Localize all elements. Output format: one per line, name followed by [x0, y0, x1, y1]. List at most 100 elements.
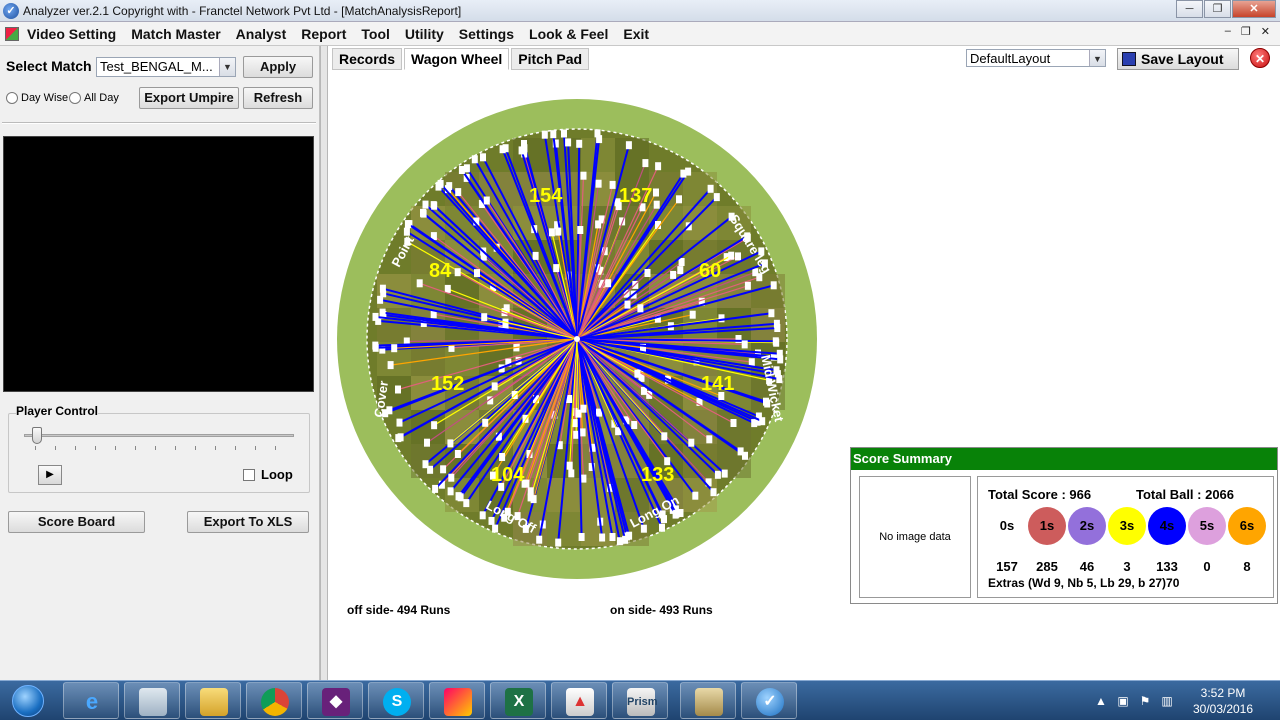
all-day-radio[interactable]	[69, 92, 81, 104]
menu-report[interactable]: Report	[301, 26, 346, 42]
match-select-value: Test_BENGAL_M...	[100, 59, 213, 74]
shot-marker	[568, 469, 575, 478]
shot-marker	[387, 361, 394, 370]
apply-button[interactable]: Apply	[243, 56, 313, 78]
shot-marker	[447, 439, 454, 448]
taskbar-visual-studio[interactable]: ◆	[307, 682, 363, 719]
chevron-down-icon[interactable]: ▼	[1089, 50, 1105, 66]
child-close-icon[interactable]: ✕	[1261, 25, 1270, 38]
total-score: Total Score : 966	[988, 487, 1092, 502]
close-report-icon[interactable]: ✕	[1250, 48, 1270, 68]
close-button[interactable]: ✕	[1232, 0, 1276, 18]
score-count-4s: 133	[1156, 559, 1178, 574]
shot-marker	[689, 310, 696, 319]
score-circle-5s: 5s	[1188, 507, 1226, 545]
shot-marker	[483, 196, 490, 205]
clock-time: 3:52 PM	[1200, 686, 1246, 700]
seek-slider-track[interactable]	[24, 434, 294, 437]
tab-records[interactable]: Records	[332, 48, 403, 70]
shot-marker	[770, 281, 777, 290]
shot-marker	[536, 535, 543, 544]
video-player[interactable]	[3, 136, 314, 392]
prism-icon: Prism	[627, 688, 658, 716]
analyzer-icon: ✓	[756, 688, 784, 716]
menu-video-setting[interactable]: Video Setting	[27, 26, 116, 42]
wagon-wheel: Point Square leg Mid Wicket Long On Long…	[337, 99, 817, 579]
shot-marker	[625, 141, 632, 150]
shot-marker	[566, 461, 573, 470]
shot-marker	[420, 209, 427, 218]
start-button[interactable]	[2, 683, 56, 719]
shot-marker	[396, 418, 403, 427]
day-wise-radio[interactable]	[6, 92, 18, 104]
shot-marker	[631, 421, 638, 429]
shot-marker	[596, 135, 603, 144]
export-umpire-button[interactable]: Export Umpire	[139, 87, 239, 109]
play-icon[interactable]: ▶	[38, 465, 62, 485]
menu-bar: Video Setting Match Master Analyst Repor…	[0, 22, 1280, 46]
tab-wagon-wheel[interactable]: Wagon Wheel	[404, 48, 510, 70]
score-circle-3s: 3s	[1108, 507, 1146, 545]
taskbar-chrome[interactable]	[246, 682, 302, 719]
menu-settings[interactable]: Settings	[459, 26, 514, 42]
score-summary-panel: Score Summary No image data Total Score …	[850, 447, 1278, 604]
taskbar-excel[interactable]: X	[490, 682, 546, 719]
clock[interactable]: 3:52 PM 30/03/2016	[1183, 685, 1263, 717]
tray-network-icon[interactable]: ▥	[1160, 694, 1174, 708]
shot-marker	[575, 409, 582, 418]
child-minimize-icon[interactable]: –	[1225, 25, 1231, 38]
menu-exit[interactable]: Exit	[623, 26, 649, 42]
seek-slider-thumb[interactable]	[32, 427, 42, 444]
score-circle-0s: 0s	[988, 507, 1026, 545]
shot-marker	[609, 533, 616, 541]
visual-studio-icon: ◆	[322, 688, 350, 716]
menu-look-and-feel[interactable]: Look & Feel	[529, 26, 608, 42]
shot-marker	[661, 432, 668, 441]
menu-analyst[interactable]: Analyst	[236, 26, 287, 42]
score-count-6s: 8	[1243, 559, 1251, 574]
total-ball: Total Ball : 2066	[1136, 487, 1235, 502]
shot-marker	[479, 511, 486, 520]
panel-splitter[interactable]	[320, 46, 328, 680]
chevron-down-icon[interactable]: ▼	[219, 58, 235, 76]
minimize-button[interactable]: ─	[1176, 0, 1203, 18]
refresh-button[interactable]: Refresh	[243, 87, 313, 109]
menu-match-master[interactable]: Match Master	[131, 26, 220, 42]
shot-marker	[595, 220, 602, 229]
shot-marker	[655, 162, 662, 171]
export-xls-button[interactable]: Export To XLS	[187, 511, 309, 533]
match-select[interactable]: Test_BENGAL_M... ▼	[96, 57, 236, 77]
taskbar-ie[interactable]: e	[63, 682, 119, 719]
tray-flag-icon[interactable]: ⚑	[1138, 694, 1152, 708]
shot-marker	[492, 524, 499, 533]
shot-marker	[565, 138, 572, 147]
tab-pitch-pad[interactable]: Pitch Pad	[511, 48, 590, 70]
taskbar-app-9[interactable]: ▲	[551, 682, 607, 719]
shot-marker	[673, 509, 680, 518]
taskbar-prism[interactable]: Prism	[612, 682, 668, 719]
save-layout-button[interactable]: Save Layout	[1117, 48, 1239, 70]
taskbar-explorer[interactable]	[185, 682, 241, 719]
menu-utility[interactable]: Utility	[405, 26, 444, 42]
taskbar-analyzer[interactable]: ✓	[741, 682, 797, 719]
score-board-button[interactable]: Score Board	[8, 511, 145, 533]
child-restore-icon[interactable]: ❐	[1241, 25, 1251, 38]
taskbar-app-2[interactable]	[124, 682, 180, 719]
tray-device-icon[interactable]: ▣	[1116, 694, 1130, 708]
shot-marker	[595, 179, 602, 188]
taskbar-skype[interactable]: S	[368, 682, 424, 719]
loop-checkbox[interactable]	[243, 469, 255, 481]
layout-select[interactable]: DefaultLayout ▼	[966, 49, 1106, 67]
shot-marker	[530, 495, 537, 504]
tools-icon	[695, 688, 723, 716]
maximize-button[interactable]: ❐	[1204, 0, 1231, 18]
shot-marker	[676, 195, 682, 204]
shot-marker	[454, 268, 461, 277]
menu-tool[interactable]: Tool	[361, 26, 390, 42]
tray-show-hidden-icon[interactable]: ▲	[1094, 694, 1108, 708]
child-window-icon[interactable]	[5, 26, 19, 41]
taskbar-app-11[interactable]	[680, 682, 736, 719]
field-patch	[547, 512, 581, 546]
taskbar-app-7[interactable]	[429, 682, 485, 719]
score-summary-title: Score Summary	[851, 448, 1277, 470]
